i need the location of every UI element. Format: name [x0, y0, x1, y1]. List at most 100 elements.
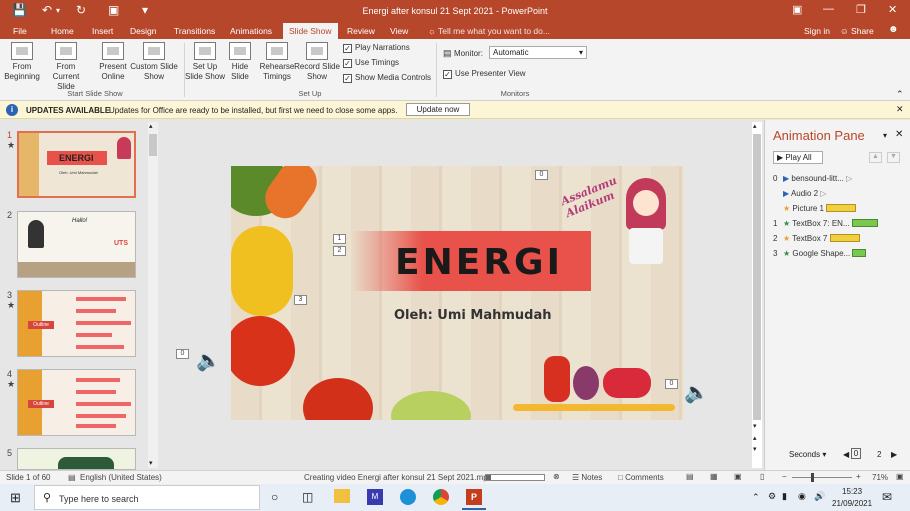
slide-title[interactable]: ENERGI [395, 242, 563, 283]
zoom-thumb[interactable] [811, 473, 814, 482]
zoom-in-icon[interactable]: + [856, 472, 861, 481]
tell-me-box[interactable]: ☼ Tell me what you want to do... [428, 26, 550, 36]
slide-thumbnail-5[interactable] [17, 448, 136, 470]
animation-item[interactable]: ▶ Audio 2 ▷ [773, 189, 826, 198]
slideshow-view-icon[interactable]: ▯ [760, 472, 764, 481]
play-all-button[interactable]: ▶ Play All [773, 151, 823, 164]
zoom-out-icon[interactable]: − [782, 472, 787, 481]
cortana-icon[interactable]: ○ [271, 490, 278, 504]
reading-view-icon[interactable]: ▣ [734, 472, 742, 481]
collapse-ribbon-icon[interactable]: ⌃ [896, 89, 904, 100]
use-timings-checkbox[interactable]: ✓ Use Timings [343, 58, 399, 68]
battery-icon[interactable]: ▮ [782, 491, 787, 502]
canvas-scrollbar[interactable]: ▴ ▾ ▴ ▾ [752, 122, 762, 468]
share-button[interactable]: ☺ Share [840, 26, 874, 36]
scroll-up-icon[interactable]: ▴ [149, 122, 153, 130]
animation-tag[interactable]: 0 [665, 379, 678, 389]
powerpoint-icon[interactable]: P [466, 489, 482, 505]
zoom-slider[interactable] [792, 473, 852, 482]
clock-date[interactable]: 21/09/2021 [832, 499, 872, 508]
move-up-icon[interactable]: ▲ [869, 152, 882, 163]
animation-tag[interactable]: 2 [333, 246, 346, 256]
minimize-icon[interactable]: — [823, 3, 834, 15]
slide-thumbnail-2[interactable]: Hallo! UTS [17, 211, 136, 278]
slide-thumbnail-3[interactable]: Outline [17, 290, 136, 357]
animation-tag[interactable]: 3 [294, 295, 307, 305]
network-icon[interactable]: ◉ [798, 491, 806, 502]
tab-file[interactable]: File [13, 26, 27, 36]
comments-button[interactable]: □ Comments [618, 473, 664, 482]
from-beginning-button[interactable]: From Beginning [4, 42, 40, 82]
windows-start-icon[interactable]: ⊞ [10, 490, 21, 506]
ribbon-display-icon[interactable]: ▣ [792, 3, 802, 16]
taskbar-search-box[interactable]: ⚲ Type here to search [34, 485, 260, 510]
speaker-icon[interactable]: 🔈 [684, 380, 709, 405]
tab-view[interactable]: View [390, 26, 408, 36]
tab-home[interactable]: Home [51, 26, 74, 36]
update-now-button[interactable]: Update now [406, 103, 470, 116]
tray-icon[interactable]: ⚙ [768, 491, 776, 502]
scroll-up-icon[interactable]: ▴ [753, 122, 757, 130]
animation-item[interactable]: ★ Picture 1 [773, 204, 857, 213]
close-icon[interactable]: ✕ [896, 104, 904, 115]
volume-icon[interactable]: 🔊 [814, 491, 825, 502]
play-narrations-checkbox[interactable]: ✓ Play Narrations [343, 43, 410, 53]
timeline-right-icon[interactable]: ▶ [891, 450, 897, 459]
clock-time[interactable]: 15:23 [842, 487, 862, 496]
timeline-left-icon[interactable]: ◀ [843, 450, 849, 459]
speaker-icon[interactable]: 🔈 [196, 348, 221, 373]
tab-slide-show[interactable]: Slide Show [283, 23, 338, 39]
tab-transitions[interactable]: Transitions [174, 26, 215, 36]
seconds-dropdown[interactable]: Seconds ▾ [789, 450, 826, 459]
sign-in-link[interactable]: Sign in [804, 26, 830, 36]
smiley-feedback-icon[interactable]: ☻ [888, 24, 899, 35]
previous-slide-icon[interactable]: ▴ [753, 434, 757, 442]
restore-icon[interactable]: ❐ [856, 3, 866, 16]
show-media-controls-checkbox[interactable]: ✓ Show Media Controls [343, 73, 431, 83]
fit-to-window-icon[interactable]: ▣ [896, 472, 904, 481]
record-slide-show-button[interactable]: Record Slide Show [294, 42, 340, 82]
set-up-slide-show-button[interactable]: Set Up Slide Show [184, 42, 226, 82]
rehearse-timings-button[interactable]: Rehearse Timings [258, 42, 296, 82]
scroll-down-icon[interactable]: ▾ [753, 422, 757, 430]
hide-slide-button[interactable]: Hide Slide [228, 42, 252, 82]
cancel-progress-icon[interactable]: ⊗ [553, 472, 560, 481]
task-view-icon[interactable]: ◫ [302, 490, 313, 504]
animation-item[interactable]: 1 ★ TextBox 7: EN... [773, 219, 878, 228]
slide-thumbnail-1[interactable]: ENERGI Oleh: Umi Mahmudah [17, 131, 136, 198]
file-explorer-icon[interactable] [334, 489, 350, 503]
notes-button[interactable]: ☰ Notes [572, 473, 602, 482]
custom-slide-show-button[interactable]: Custom Slide Show [128, 42, 180, 82]
tab-design[interactable]: Design [130, 26, 156, 36]
monitor-select[interactable]: Automatic ▾ [489, 46, 587, 59]
next-slide-icon[interactable]: ▾ [753, 445, 757, 453]
animation-tag[interactable]: 0 [535, 170, 548, 180]
close-icon[interactable]: ✕ [895, 129, 903, 140]
slide-subtitle[interactable]: Oleh: Umi Mahmudah [394, 308, 552, 323]
slide-sorter-icon[interactable]: ▦ [710, 472, 718, 481]
scroll-down-icon[interactable]: ▾ [149, 459, 153, 467]
tab-review[interactable]: Review [347, 26, 375, 36]
animation-item[interactable]: 3 ★ Google Shape... [773, 249, 867, 258]
slide[interactable]: ENERGI Oleh: Umi Mahmudah Assalamu Alaik… [231, 166, 684, 420]
animation-item[interactable]: 2 ★ TextBox 7 [773, 234, 860, 243]
animation-tag[interactable]: 0 [176, 349, 189, 359]
normal-view-icon[interactable]: ▤ [686, 472, 694, 481]
language-indicator[interactable]: English (United States) [80, 473, 162, 482]
present-online-button[interactable]: Present Online [94, 42, 132, 82]
use-presenter-view-checkbox[interactable]: ✓ Use Presenter View [443, 69, 526, 79]
tab-insert[interactable]: Insert [92, 26, 113, 36]
slide-thumbnail-4[interactable]: Outline [17, 369, 136, 436]
from-current-slide-button[interactable]: From Current Slide [44, 42, 88, 92]
animation-item[interactable]: 0 ▶ bensound-litt... ▷ [773, 174, 852, 183]
pane-options-icon[interactable]: ▾ [883, 131, 887, 140]
chevron-up-icon[interactable]: ⌃ [752, 492, 760, 503]
tab-animations[interactable]: Animations [230, 26, 272, 36]
animation-tag[interactable]: 1 [333, 234, 346, 244]
chrome-icon[interactable] [433, 489, 449, 505]
move-down-icon[interactable]: ▼ [887, 152, 900, 163]
edge-icon[interactable] [400, 489, 416, 505]
notifications-icon[interactable]: ✉ [882, 490, 892, 504]
app-icon[interactable]: M [367, 489, 383, 505]
thumbnail-scrollbar[interactable]: ▴ ▾ [148, 122, 158, 468]
